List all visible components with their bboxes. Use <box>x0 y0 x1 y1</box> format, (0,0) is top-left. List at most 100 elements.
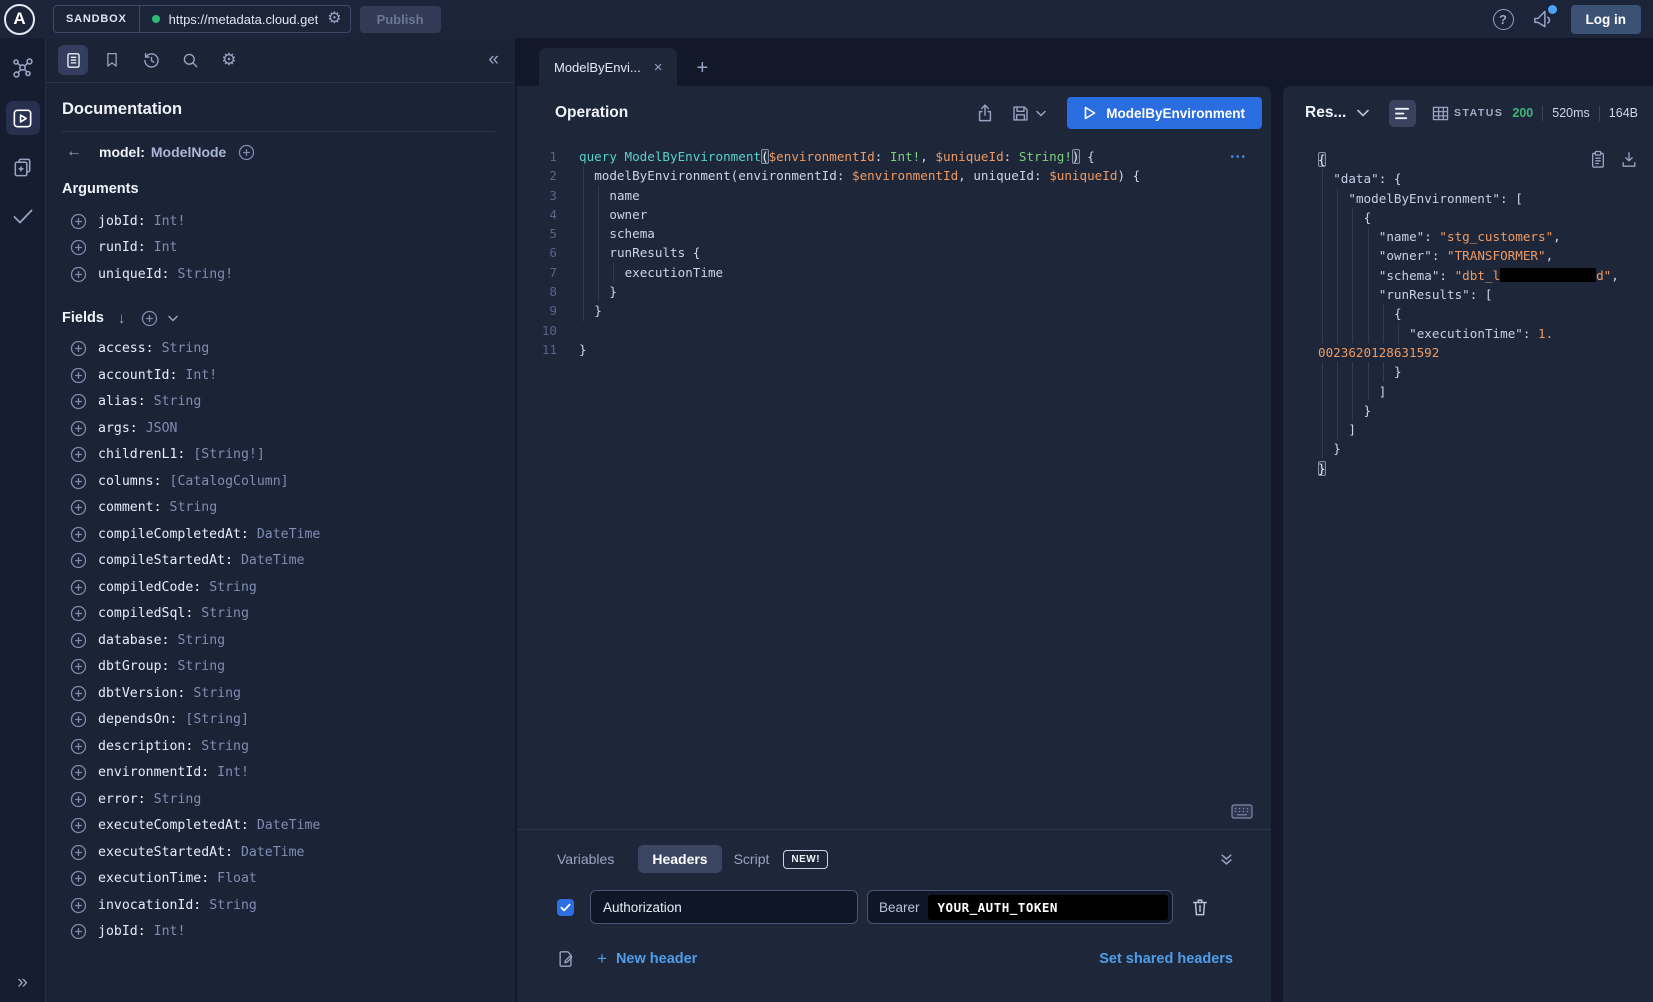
field-type[interactable]: DateTime <box>241 845 305 860</box>
add-field-icon[interactable] <box>70 499 87 516</box>
field-row[interactable]: access:String <box>62 336 495 363</box>
operation-tab[interactable]: ModelByEnvi... × <box>539 48 677 86</box>
environment-variables-icon[interactable] <box>557 949 575 969</box>
field-type[interactable]: String <box>170 500 218 515</box>
field-row[interactable]: compileCompletedAt:DateTime <box>62 521 495 548</box>
field-type[interactable]: String <box>162 341 210 356</box>
add-field-icon[interactable] <box>70 213 87 230</box>
field-type[interactable]: Float <box>217 871 257 886</box>
add-field-icon[interactable] <box>70 844 87 861</box>
field-row[interactable]: error:String <box>62 786 495 813</box>
field-type[interactable]: String <box>209 580 257 595</box>
schema-graph-icon[interactable] <box>6 52 40 86</box>
field-type[interactable]: Int! <box>154 924 186 939</box>
field-type[interactable]: Int! <box>185 368 217 383</box>
add-field-icon[interactable] <box>70 791 87 808</box>
field-type[interactable]: Int! <box>217 765 249 780</box>
formatted-view-icon[interactable] <box>1389 100 1416 127</box>
field-row[interactable]: compileStartedAt:DateTime <box>62 548 495 575</box>
field-type[interactable]: String <box>177 633 225 648</box>
add-field-icon[interactable] <box>70 738 87 755</box>
field-type[interactable]: JSON <box>146 421 178 436</box>
download-response-icon[interactable] <box>1621 150 1637 169</box>
delete-header-icon[interactable] <box>1191 897 1209 917</box>
new-header-button[interactable]: + New header <box>597 949 697 969</box>
field-type[interactable]: [CatalogColumn] <box>170 474 289 489</box>
add-type-icon[interactable] <box>238 144 255 161</box>
field-row[interactable]: compiledSql:String <box>62 601 495 628</box>
field-row[interactable]: args:JSON <box>62 415 495 442</box>
collections-icon[interactable] <box>6 150 40 184</box>
header-value-token[interactable]: YOUR_AUTH_TOKEN <box>928 895 1168 920</box>
add-field-icon[interactable] <box>70 340 87 357</box>
field-row[interactable]: runId:Int <box>62 235 495 262</box>
new-tab-icon[interactable]: + <box>696 58 708 78</box>
add-field-icon[interactable] <box>70 817 87 834</box>
field-type[interactable]: String <box>177 659 225 674</box>
add-field-icon[interactable] <box>70 764 87 781</box>
code-line[interactable]: 11} <box>517 340 1271 359</box>
code-line[interactable]: 3name <box>517 186 1271 205</box>
field-row[interactable]: columns:[CatalogColumn] <box>62 468 495 495</box>
add-field-icon[interactable] <box>70 266 87 283</box>
code-line[interactable]: 4owner <box>517 205 1271 224</box>
header-enabled-checkbox[interactable] <box>557 899 574 916</box>
set-shared-headers-link[interactable]: Set shared headers <box>1099 951 1233 967</box>
endpoint-settings-gear-icon[interactable]: ⚙ <box>327 11 341 27</box>
add-field-icon[interactable] <box>70 473 87 490</box>
add-field-icon[interactable] <box>70 446 87 463</box>
add-field-icon[interactable] <box>70 632 87 649</box>
table-view-icon[interactable] <box>1427 100 1454 127</box>
add-field-icon[interactable] <box>70 605 87 622</box>
expand-sidebar-icon[interactable]: » <box>0 972 45 994</box>
field-row[interactable]: database:String <box>62 627 495 654</box>
field-row[interactable]: uniqueId:String! <box>62 261 495 288</box>
announcements-megaphone-icon[interactable] <box>1532 9 1553 29</box>
field-type[interactable]: String <box>201 739 249 754</box>
add-field-icon[interactable] <box>70 420 87 437</box>
sandbox-badge[interactable]: SANDBOX <box>54 6 140 32</box>
add-field-icon[interactable] <box>70 393 87 410</box>
code-line[interactable]: 8} <box>517 282 1271 301</box>
add-all-fields-icon[interactable] <box>141 310 158 327</box>
code-line[interactable]: 1query ModelByEnvironment($environmentId… <box>517 147 1271 166</box>
run-operation-button[interactable]: ModelByEnvironment <box>1067 97 1262 129</box>
field-row[interactable]: invocationId:String <box>62 892 495 919</box>
code-line[interactable]: 10 <box>517 321 1271 340</box>
field-row[interactable]: alias:String <box>62 389 495 416</box>
breadcrumb-type[interactable]: ModelNode <box>151 144 226 160</box>
graphql-editor[interactable]: 1query ModelByEnvironment($environmentId… <box>517 140 1271 829</box>
field-type[interactable]: String! <box>177 267 233 282</box>
settings-gear-icon[interactable]: ⚙ <box>214 45 244 75</box>
endpoint-url[interactable]: https://metadata.cloud.get <box>169 12 319 27</box>
checks-icon[interactable] <box>6 199 40 233</box>
add-field-icon[interactable] <box>70 579 87 596</box>
field-type[interactable]: String <box>154 792 202 807</box>
field-type[interactable]: Int! <box>154 214 186 229</box>
field-type[interactable]: [String] <box>185 712 249 727</box>
field-row[interactable]: description:String <box>62 733 495 760</box>
field-row[interactable]: childrenL1:[String!] <box>62 442 495 469</box>
documentation-tab-icon[interactable] <box>58 45 88 75</box>
tab-headers[interactable]: Headers <box>638 845 721 873</box>
code-line[interactable]: 6runResults { <box>517 243 1271 262</box>
field-type[interactable]: String <box>201 606 249 621</box>
field-type[interactable]: DateTime <box>257 527 321 542</box>
field-row[interactable]: executionTime:Float <box>62 866 495 893</box>
add-field-icon[interactable] <box>70 658 87 675</box>
code-line[interactable]: 5schema <box>517 224 1271 243</box>
share-operation-icon[interactable] <box>976 103 994 123</box>
fields-options-chevron-icon[interactable] <box>168 315 178 322</box>
keyboard-shortcuts-icon[interactable] <box>1231 804 1253 819</box>
add-field-icon[interactable] <box>70 870 87 887</box>
save-options-chevron-icon[interactable] <box>1036 110 1046 117</box>
add-field-icon[interactable] <box>70 923 87 940</box>
field-type[interactable]: [String!] <box>193 447 264 462</box>
code-line[interactable]: 2modelByEnvironment(environmentId: $envi… <box>517 166 1271 185</box>
field-type[interactable]: String <box>193 686 241 701</box>
field-type[interactable]: Int <box>154 240 178 255</box>
endpoint-url-group[interactable]: https://metadata.cloud.get ⚙ <box>140 6 350 32</box>
field-row[interactable]: dbtGroup:String <box>62 654 495 681</box>
field-row[interactable]: jobId:Int! <box>62 208 495 235</box>
add-field-icon[interactable] <box>70 367 87 384</box>
